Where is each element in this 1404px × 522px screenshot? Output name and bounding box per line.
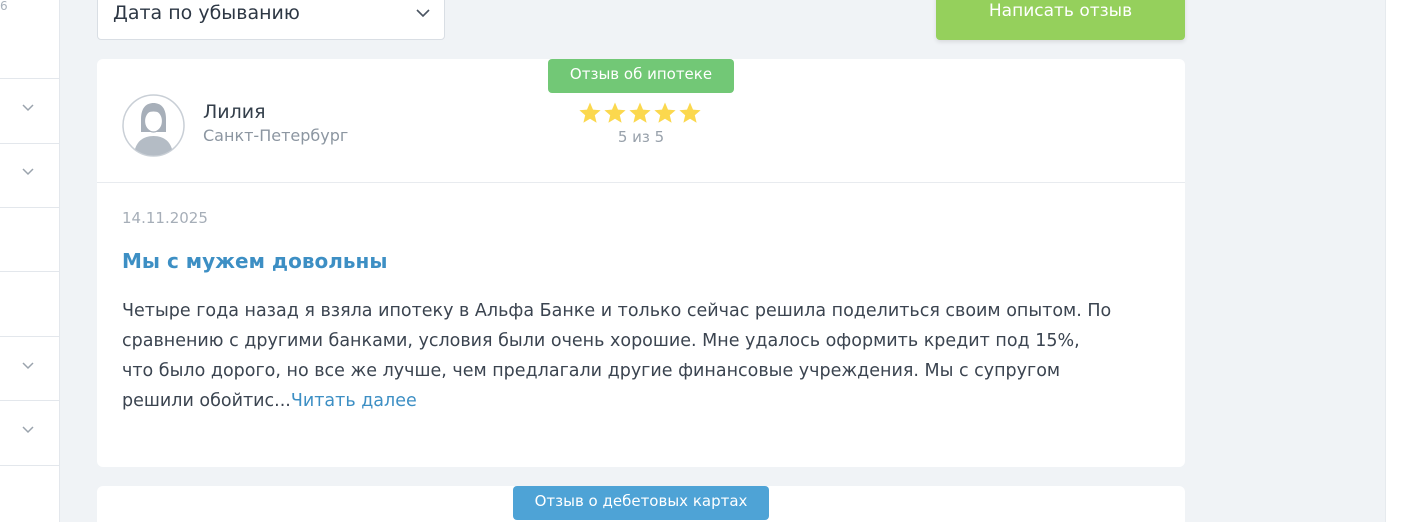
star-icon — [604, 102, 626, 123]
filter-sidebar: 6 — [0, 0, 60, 522]
read-more-link[interactable]: Читать далее — [291, 391, 417, 411]
review-card: Отзыв о дебетовых картах — [97, 486, 1185, 522]
rating-stars — [578, 101, 704, 125]
author-city: Санкт-Петербург — [203, 126, 349, 145]
review-category-tag[interactable]: Отзыв о дебетовых картах — [513, 486, 769, 520]
star-icon — [679, 102, 701, 123]
write-review-button[interactable]: Написать отзыв — [936, 0, 1185, 40]
review-excerpt: Четыре года назад я взяла ипотеку в Альф… — [122, 296, 1112, 416]
chevron-down-icon[interactable] — [21, 425, 35, 435]
right-rail — [1385, 0, 1404, 522]
sort-select[interactable]: Дата по убыванию — [97, 0, 445, 40]
star-icon — [629, 102, 651, 123]
sidebar-divider — [0, 143, 59, 144]
chevron-down-icon — [416, 9, 430, 18]
card-divider — [97, 182, 1185, 183]
sidebar-divider — [0, 465, 59, 466]
chevron-down-icon[interactable] — [21, 103, 35, 113]
review-date: 14.11.2025 — [122, 209, 208, 227]
star-icon — [654, 102, 676, 123]
page: 6 Дата по убыванию Написать отзыв Отзыв … — [0, 0, 1404, 522]
sidebar-divider — [0, 400, 59, 401]
review-card: Отзыв об ипотеке Лилия Санкт-Петербург 5… — [97, 59, 1185, 467]
user-avatar-icon — [122, 94, 185, 157]
sidebar-divider — [0, 78, 59, 79]
star-icon — [579, 102, 601, 123]
review-title-link[interactable]: Мы с мужем довольны — [122, 249, 387, 273]
sidebar-divider — [0, 207, 59, 208]
sidebar-corner-number: 6 — [0, 0, 8, 13]
rating-text: 5 из 5 — [617, 128, 665, 146]
review-category-tag[interactable]: Отзыв об ипотеке — [548, 59, 734, 93]
sort-selected-value: Дата по убыванию — [113, 2, 300, 24]
chevron-down-icon[interactable] — [21, 361, 35, 371]
author-name: Лилия — [203, 101, 266, 123]
sidebar-divider — [0, 271, 59, 272]
sidebar-divider — [0, 336, 59, 337]
review-excerpt-text: Четыре года назад я взяла ипотеку в Альф… — [122, 301, 1112, 411]
chevron-down-icon[interactable] — [21, 167, 35, 177]
